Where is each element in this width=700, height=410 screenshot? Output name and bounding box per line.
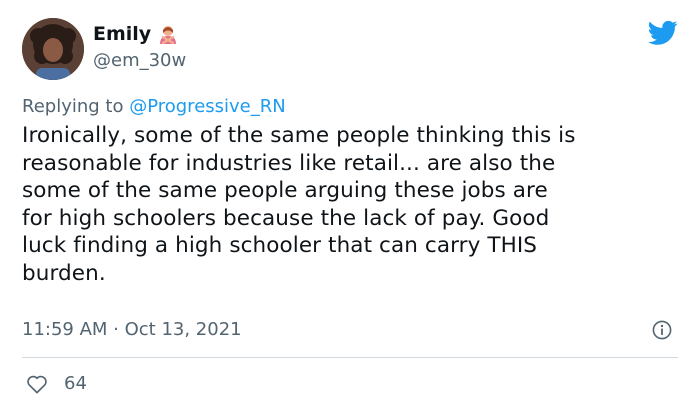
like-button[interactable]: 64 [26, 373, 87, 394]
heart-icon [27, 375, 47, 393]
user-handle[interactable]: @em_30w [93, 50, 186, 71]
reply-mention-link[interactable]: @Progressive_RN [129, 96, 286, 117]
person-gesturing-no-emoji [158, 24, 178, 44]
like-count: 64 [64, 373, 87, 394]
bird-logo-icon[interactable] [648, 20, 678, 46]
replying-to-prefix: Replying to [22, 96, 130, 117]
user-info: Emily @em_30w [93, 22, 186, 71]
display-name-row: Emily [93, 22, 186, 46]
display-name[interactable]: Emily [93, 23, 151, 45]
info-icon[interactable] [652, 320, 672, 340]
avatar-image [22, 18, 84, 80]
tweet-card: Emily @em_30w Replying to @Progressive_R… [0, 0, 700, 410]
avatar[interactable] [22, 18, 84, 80]
tweet-timestamp[interactable]: 11:59 AM · Oct 13, 2021 [22, 319, 242, 340]
divider [22, 357, 678, 358]
replying-to-line: Replying to @Progressive_RN [22, 96, 286, 117]
tweet-text: Ironically, some of the same people thin… [22, 123, 576, 286]
